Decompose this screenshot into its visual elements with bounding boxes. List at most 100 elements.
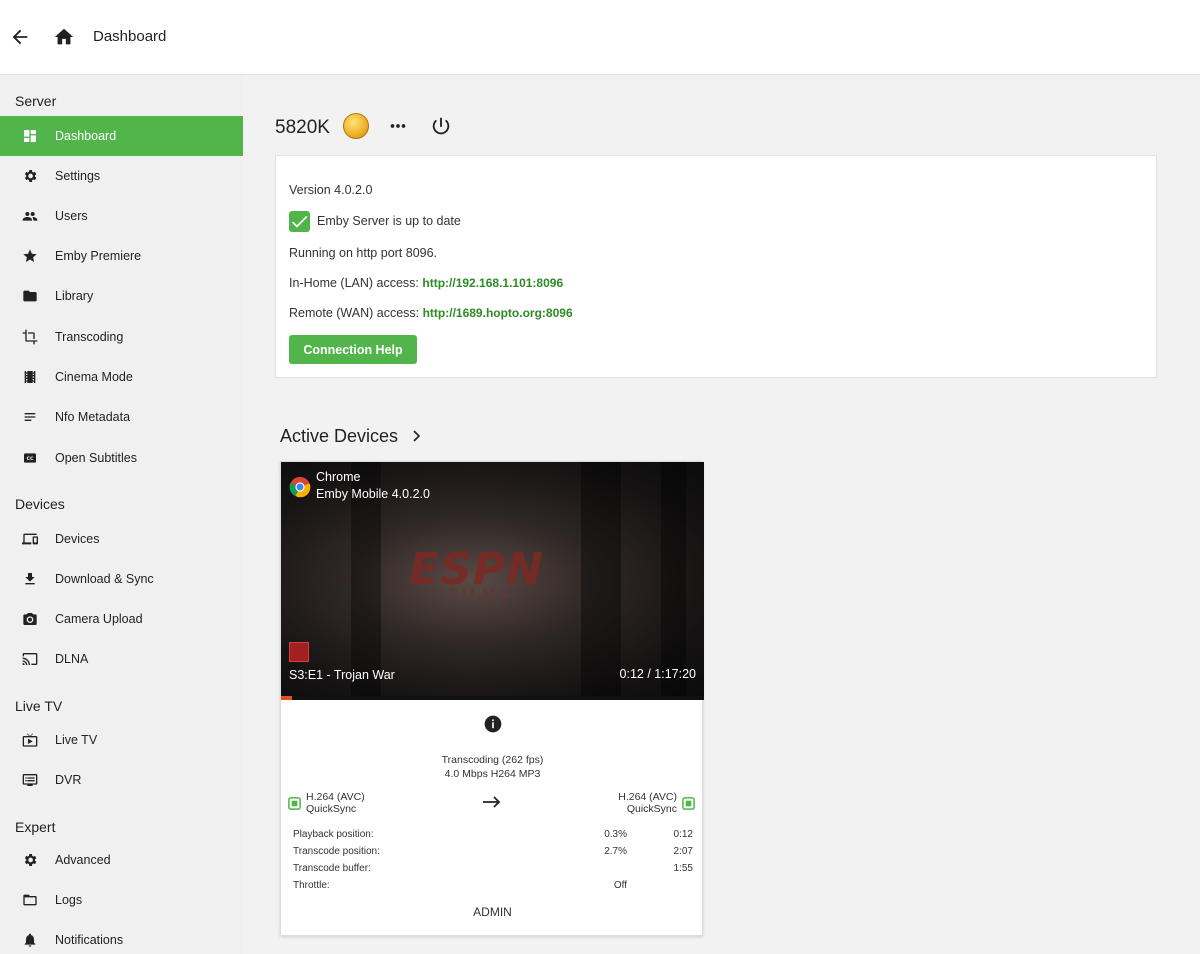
sidebar-item-label: DVR bbox=[55, 773, 82, 787]
stat-label: Transcode position: bbox=[293, 846, 380, 857]
stat-percent: Off bbox=[613, 880, 627, 891]
lines-icon bbox=[24, 413, 36, 421]
arrow-back-icon[interactable] bbox=[9, 26, 31, 48]
sidebar-section-server: Server bbox=[15, 93, 57, 109]
media-thumbnail bbox=[289, 642, 309, 662]
more-options-icon[interactable] bbox=[387, 115, 409, 137]
sidebar-item-label: Live TV bbox=[55, 733, 98, 747]
arrow-right-icon bbox=[483, 796, 501, 808]
sidebar-item-devices[interactable]: Devices bbox=[0, 519, 243, 559]
sidebar-item-dashboard[interactable]: Dashboard bbox=[0, 116, 243, 156]
sidebar-item-cinema-mode[interactable]: Cinema Mode bbox=[0, 357, 243, 397]
update-status: Emby Server is up to date bbox=[317, 214, 461, 228]
gear-icon bbox=[24, 854, 37, 866]
target-codec: H.264 (AVC) QuickSync bbox=[618, 791, 677, 815]
stat-row-transcode-buffer: Transcode buffer: 1:55 bbox=[293, 863, 693, 880]
cast-icon bbox=[22, 653, 38, 665]
sidebar-section-expert: Expert bbox=[15, 819, 56, 835]
sidebar: Server Dashboard Settings Users Emby Pre… bbox=[0, 75, 243, 954]
now-playing-backdrop[interactable]: ESPN FILMS Chrome Emby Mobile 4.0.2.0 S3… bbox=[281, 462, 704, 700]
sidebar-item-nfo-metadata[interactable]: Nfo Metadata bbox=[0, 397, 243, 437]
sidebar-item-label: Devices bbox=[55, 532, 100, 546]
people-icon bbox=[22, 212, 38, 221]
source-codec-name: H.264 (AVC) bbox=[306, 791, 365, 803]
media-logo-subtitle: FILMS bbox=[449, 587, 512, 603]
sidebar-item-advanced[interactable]: Advanced bbox=[0, 840, 243, 880]
port-info: Running on http port 8096. bbox=[289, 246, 438, 260]
client-name: Chrome bbox=[316, 470, 361, 484]
sidebar-item-download-sync[interactable]: Download & Sync bbox=[0, 559, 243, 599]
sidebar-item-label: Download & Sync bbox=[55, 572, 154, 586]
server-info-card: Version 4.0.2.0 Emby Server is up to dat… bbox=[275, 155, 1157, 378]
sidebar-item-dvr[interactable]: DVR bbox=[0, 760, 243, 800]
app-version: Emby Mobile 4.0.2.0 bbox=[316, 487, 430, 501]
stat-row-throttle: Throttle: Off bbox=[293, 880, 693, 897]
devices-icon bbox=[22, 533, 38, 545]
folder-outline-icon bbox=[23, 894, 37, 906]
dashboard-icon bbox=[24, 130, 36, 142]
sidebar-item-settings[interactable]: Settings bbox=[0, 156, 243, 196]
star-icon bbox=[23, 249, 37, 262]
sidebar-section-devices: Devices bbox=[15, 496, 65, 512]
svg-text:CC: CC bbox=[27, 456, 34, 462]
sidebar-item-label: Dashboard bbox=[55, 129, 117, 143]
lan-access: In-Home (LAN) access: http://192.168.1.1… bbox=[289, 276, 563, 290]
page-title: Dashboard bbox=[93, 28, 167, 45]
playback-progress-bar bbox=[281, 696, 704, 700]
checkmark-icon bbox=[289, 211, 310, 232]
home-icon[interactable] bbox=[53, 26, 75, 48]
stat-time: 2:07 bbox=[673, 846, 693, 857]
sidebar-item-label: Logs bbox=[55, 893, 83, 907]
lan-access-link[interactable]: http://192.168.1.101:8096 bbox=[422, 276, 563, 290]
sidebar-item-transcoding[interactable]: Transcoding bbox=[0, 317, 243, 357]
sidebar-item-emby-premiere[interactable]: Emby Premiere bbox=[0, 236, 243, 276]
sidebar-item-label: Users bbox=[55, 209, 88, 223]
sidebar-item-camera-upload[interactable]: Camera Upload bbox=[0, 599, 243, 639]
sidebar-item-dlna[interactable]: DLNA bbox=[0, 639, 243, 679]
lan-access-label: In-Home (LAN) access: bbox=[289, 276, 423, 290]
chip-icon bbox=[288, 797, 301, 810]
sidebar-item-open-subtitles[interactable]: CC Open Subtitles bbox=[0, 438, 243, 478]
wan-access-label: Remote (WAN) access: bbox=[289, 306, 423, 320]
sidebar-item-label: Cinema Mode bbox=[55, 370, 133, 384]
info-icon[interactable] bbox=[483, 714, 503, 734]
cc-icon: CC bbox=[24, 453, 36, 463]
source-codec-hw: QuickSync bbox=[306, 803, 357, 815]
active-device-card[interactable]: ESPN FILMS Chrome Emby Mobile 4.0.2.0 S3… bbox=[280, 461, 704, 936]
stat-time: 1:55 bbox=[673, 863, 693, 874]
sidebar-item-label: Camera Upload bbox=[55, 612, 143, 626]
transcode-stats: Playback position: 0.3% 0:12 Transcode p… bbox=[293, 829, 693, 897]
stat-time: 0:12 bbox=[673, 829, 693, 840]
sidebar-item-label: Notifications bbox=[55, 933, 124, 947]
active-devices-title[interactable]: Active Devices bbox=[280, 426, 398, 447]
crop-icon bbox=[22, 329, 38, 345]
sidebar-item-notifications[interactable]: Notifications bbox=[0, 920, 243, 954]
target-codec-hw: QuickSync bbox=[626, 803, 677, 815]
now-playing-title: S3:E1 - Trojan War bbox=[289, 668, 395, 682]
wan-access-link[interactable]: http://1689.hopto.org:8096 bbox=[423, 306, 573, 320]
server-name: 5820K bbox=[275, 117, 330, 138]
sidebar-item-label: DLNA bbox=[55, 652, 89, 666]
wan-access: Remote (WAN) access: http://1689.hopto.o… bbox=[289, 306, 573, 320]
power-icon[interactable] bbox=[430, 115, 452, 137]
stat-percent: 2.7% bbox=[604, 846, 627, 857]
folder-icon bbox=[23, 290, 37, 302]
sidebar-item-label: Library bbox=[55, 289, 94, 303]
sidebar-section-live-tv: Live TV bbox=[15, 698, 63, 714]
connection-help-button[interactable]: Connection Help bbox=[289, 335, 417, 364]
sidebar-item-users[interactable]: Users bbox=[0, 196, 243, 236]
gear-icon bbox=[24, 170, 37, 182]
sidebar-item-label: Settings bbox=[55, 169, 101, 183]
bell-icon bbox=[24, 933, 36, 947]
film-icon bbox=[24, 371, 36, 383]
chevron-right-icon[interactable] bbox=[411, 428, 423, 444]
sidebar-item-library[interactable]: Library bbox=[0, 276, 243, 316]
source-codec: H.264 (AVC) QuickSync bbox=[306, 791, 365, 815]
sidebar-item-label: Open Subtitles bbox=[55, 451, 137, 465]
sidebar-item-label: Emby Premiere bbox=[55, 249, 142, 263]
sidebar-item-logs[interactable]: Logs bbox=[0, 880, 243, 920]
stat-percent: 0.3% bbox=[604, 829, 627, 840]
sidebar-item-live-tv[interactable]: Live TV bbox=[0, 720, 243, 760]
main-content: 5820K Version 4.0.2.0 Emby Server is up … bbox=[243, 75, 1200, 954]
bitrate-info: 4.0 Mbps H264 MP3 bbox=[444, 768, 541, 780]
